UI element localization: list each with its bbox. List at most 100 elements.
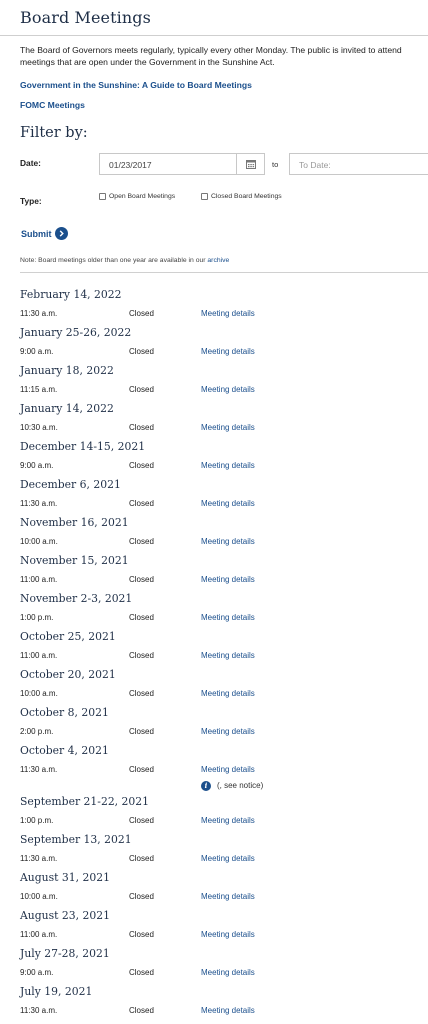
meeting-details-link[interactable]: Meeting details: [201, 963, 255, 982]
meeting-details-link[interactable]: Meeting details: [201, 849, 255, 868]
meeting-item: January 14, 2022 10:30 a.m. Closed Meeting …: [20, 399, 428, 437]
meeting-details-link[interactable]: Meeting details: [201, 722, 255, 741]
closed-meetings-checkbox[interactable]: Closed Board Meetings: [201, 193, 282, 200]
meeting-row: 11:00 a.m. Closed Meeting details: [20, 570, 428, 589]
meeting-details-link[interactable]: Meeting details: [201, 684, 255, 703]
meeting-row: 1:00 p.m. Closed Meeting details: [20, 811, 428, 830]
meeting-date: January 25-26, 2022: [20, 326, 132, 339]
meeting-item: August 31, 2021 10:00 a.m. Closed Meeting d…: [20, 868, 428, 906]
filter-title: Filter by:: [20, 125, 88, 141]
meeting-item: October 8, 2021 2:00 p.m. Closed Meeting de…: [20, 703, 428, 741]
meeting-details-link[interactable]: Meeting details: [201, 1001, 255, 1020]
meeting-date: February 14, 2022: [20, 288, 122, 301]
date-from-input[interactable]: 01/23/2017: [99, 153, 265, 175]
meeting-row: 10:00 a.m. Closed Meeting details: [20, 532, 428, 551]
archive-note: Note: Board meetings older than one year…: [20, 257, 229, 264]
meeting-row: 11:30 a.m. Closed Meeting details: [20, 849, 428, 868]
submit-label: Submit: [21, 228, 52, 239]
meeting-item: October 25, 2021 11:00 a.m. Closed Meeting …: [20, 627, 428, 665]
meeting-time: 10:00 a.m.: [20, 892, 58, 901]
meeting-date: November 2-3, 2021: [20, 592, 133, 605]
meeting-status: Closed: [129, 499, 154, 508]
divider: [20, 272, 428, 273]
calendar-button[interactable]: [236, 154, 264, 174]
meeting-status: Closed: [129, 309, 154, 318]
meeting-time: 11:30 a.m.: [20, 309, 58, 318]
meeting-time: 10:00 a.m.: [20, 689, 58, 698]
page-title: Board Meetings: [20, 8, 151, 27]
meeting-time: 11:30 a.m.: [20, 854, 58, 863]
meeting-date: January 18, 2022: [20, 364, 114, 377]
meeting-row: 9:00 a.m. Closed Meeting details: [20, 342, 428, 361]
fomc-meetings-link[interactable]: FOMC Meetings: [20, 100, 85, 110]
meeting-item: September 21-22, 2021 1:00 p.m. Closed Meet…: [20, 792, 428, 830]
chevron-right-icon: [54, 227, 68, 240]
meeting-item: September 13, 2021 11:30 a.m. Closed Meetin…: [20, 830, 428, 868]
archive-link[interactable]: archive: [207, 257, 229, 264]
meeting-details-link[interactable]: Meeting details: [201, 608, 255, 627]
meeting-details-link[interactable]: Meeting details: [201, 570, 255, 589]
meeting-item: August 23, 2021 11:00 a.m. Closed Meeting d…: [20, 906, 428, 944]
meeting-row: 11:30 a.m. Closed Meeting details: [20, 494, 428, 513]
meeting-item: February 14, 2022 11:30 a.m. Closed Meeting…: [20, 285, 428, 323]
date-to-input[interactable]: To Date:: [289, 153, 428, 175]
meeting-time: 11:00 a.m.: [20, 930, 58, 939]
meeting-status: Closed: [129, 461, 154, 470]
meeting-details-link[interactable]: Meeting details: [201, 760, 255, 779]
meeting-details-link[interactable]: Meeting details: [201, 646, 255, 665]
meeting-details-link[interactable]: Meeting details: [201, 380, 255, 399]
meeting-date: September 13, 2021: [20, 833, 132, 846]
meeting-details-link[interactable]: Meeting details: [201, 925, 255, 944]
date-to-placeholder: To Date:: [299, 160, 331, 170]
note-text: Note: Board meetings older than one year…: [20, 257, 208, 264]
meeting-details-link[interactable]: Meeting details: [201, 304, 255, 323]
page-header: Board Meetings: [0, 0, 428, 36]
meeting-item: December 14-15, 2021 9:00 a.m. Closed Meeti…: [20, 437, 428, 475]
checkbox-label: Closed Board Meetings: [211, 193, 282, 200]
meeting-date: November 15, 2021: [20, 554, 129, 567]
meeting-details-link[interactable]: Meeting details: [201, 418, 255, 437]
meeting-time: 10:00 a.m.: [20, 537, 58, 546]
meeting-status: Closed: [129, 423, 154, 432]
meeting-status: Closed: [129, 727, 154, 736]
checkbox-box[interactable]: [201, 193, 208, 200]
meeting-details-link[interactable]: Meeting details: [201, 887, 255, 906]
info-icon[interactable]: i: [201, 781, 211, 791]
meeting-details-link[interactable]: Meeting details: [201, 532, 255, 551]
meeting-row: 9:00 a.m. Closed Meeting details: [20, 963, 428, 982]
calendar-icon: [245, 160, 256, 169]
checkbox-box[interactable]: [99, 193, 106, 200]
meeting-status: Closed: [129, 613, 154, 622]
checkbox-label: Open Board Meetings: [109, 193, 176, 200]
meeting-details-link[interactable]: Meeting details: [201, 811, 255, 830]
meeting-date: December 14-15, 2021: [20, 440, 146, 453]
open-meetings-checkbox[interactable]: Open Board Meetings: [99, 193, 175, 200]
meeting-date: October 4, 2021: [20, 744, 109, 757]
meeting-details-link[interactable]: Meeting details: [201, 494, 255, 513]
meeting-row: 11:00 a.m. Closed Meeting details: [20, 646, 428, 665]
meeting-details-link[interactable]: Meeting details: [201, 342, 255, 361]
meeting-date: July 27-28, 2021: [20, 947, 110, 960]
meeting-date: October 20, 2021: [20, 668, 116, 681]
notice-text[interactable]: (, see notice): [217, 779, 263, 792]
meeting-row: 11:15 a.m. Closed Meeting details: [20, 380, 428, 399]
meeting-status: Closed: [129, 930, 154, 939]
meeting-row: 11:30 a.m. Closed Meeting details: [20, 760, 428, 779]
meeting-time: 1:00 p.m.: [20, 613, 54, 622]
meeting-row: 11:30 a.m. Closed Meeting details: [20, 1001, 428, 1020]
meeting-item: July 19, 2021 11:30 a.m. Closed Meeting det…: [20, 982, 428, 1020]
meeting-details-link[interactable]: Meeting details: [201, 456, 255, 475]
meeting-row: 1:00 p.m. Closed Meeting details: [20, 608, 428, 627]
meeting-time: 11:30 a.m.: [20, 1006, 58, 1015]
meeting-row: 2:00 p.m. Closed Meeting details: [20, 722, 428, 741]
sunshine-guide-link[interactable]: Government in the Sunshine: A Guide to B…: [20, 80, 252, 90]
submit-button[interactable]: Submit: [21, 227, 68, 240]
meeting-item: November 16, 2021 10:00 a.m. Closed Meeting…: [20, 513, 428, 551]
meeting-row: 11:30 a.m. Closed Meeting details: [20, 304, 428, 323]
meeting-row: 11:00 a.m. Closed Meeting details: [20, 925, 428, 944]
meeting-item: October 4, 2021 11:30 a.m. Closed Meeting d…: [20, 741, 428, 792]
meeting-time: 11:00 a.m.: [20, 575, 58, 584]
meeting-status: Closed: [129, 892, 154, 901]
meeting-time: 11:15 a.m.: [20, 385, 58, 394]
meeting-time: 9:00 a.m.: [20, 347, 54, 356]
